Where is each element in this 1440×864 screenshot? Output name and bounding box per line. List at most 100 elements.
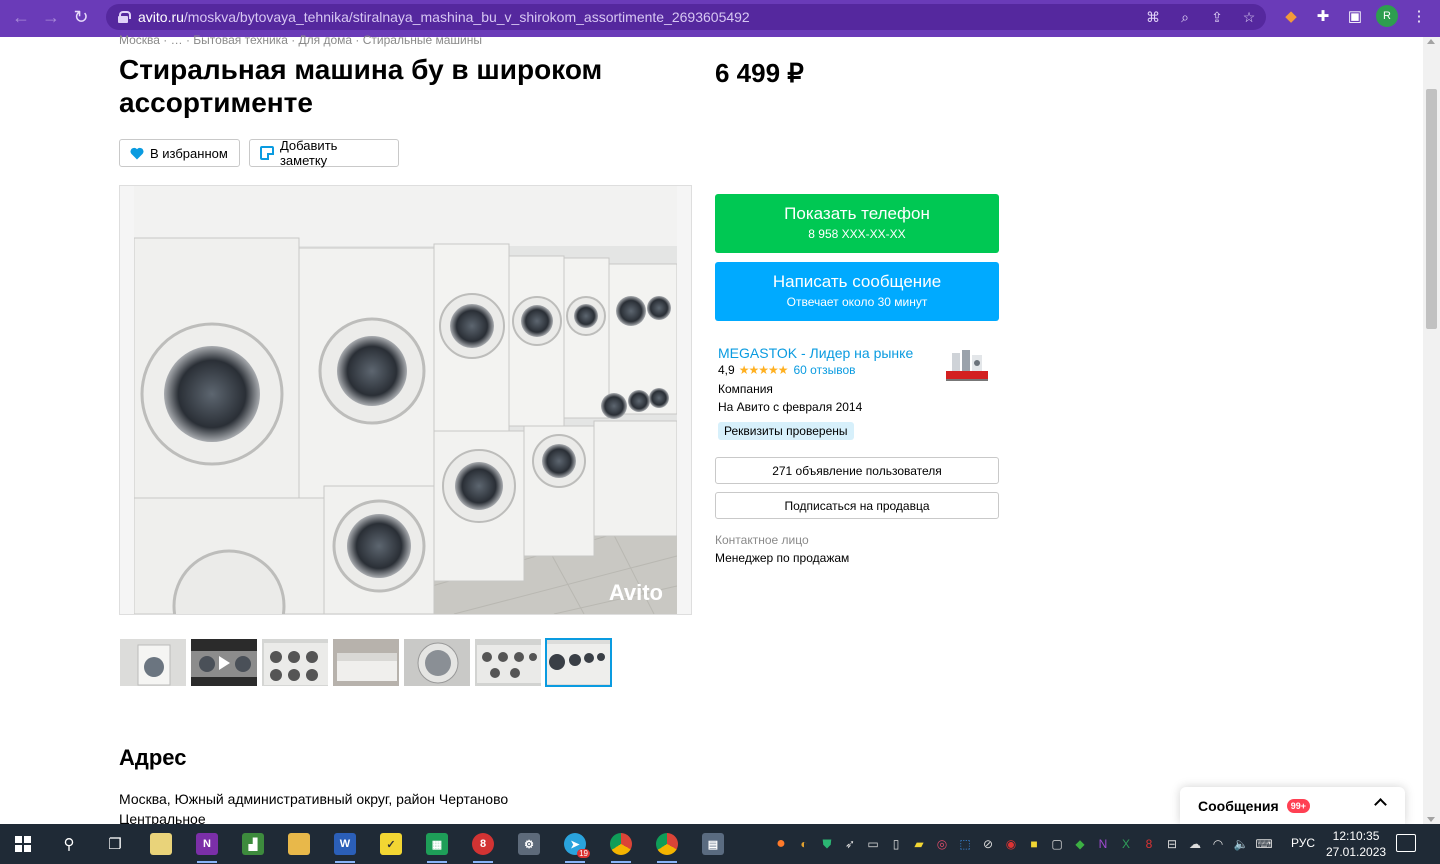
profile-avatar[interactable]: R bbox=[1376, 5, 1398, 27]
verified-badge[interactable]: Реквизиты проверены bbox=[718, 422, 854, 440]
seller-logo[interactable] bbox=[944, 347, 990, 383]
chrome-icon[interactable] bbox=[598, 824, 644, 864]
excel-tray-icon[interactable]: X bbox=[1118, 836, 1134, 852]
folder-icon[interactable] bbox=[276, 824, 322, 864]
app-red-icon[interactable]: ◉ bbox=[1003, 836, 1019, 852]
clock[interactable]: 12:10:35 27.01.2023 bbox=[1326, 828, 1386, 860]
green-app-icon[interactable]: ◆ bbox=[1072, 836, 1088, 852]
heart-icon bbox=[130, 147, 144, 159]
user-listings-button[interactable]: 271 объявление пользователя bbox=[715, 457, 999, 484]
app-tool-icon[interactable]: ⚙ bbox=[506, 824, 552, 864]
translate-icon[interactable]: ⌘ bbox=[1144, 7, 1162, 27]
sheets-icon[interactable]: ▦ bbox=[414, 824, 460, 864]
browser-toolbar: ← → ↻ avito.ru/moskva/bytovaya_tehnika/s… bbox=[0, 0, 1440, 34]
back-icon[interactable]: ← bbox=[6, 2, 36, 32]
shield-icon[interactable]: ⛊ bbox=[819, 836, 835, 852]
file-icon[interactable] bbox=[138, 824, 184, 864]
onenote-tray-icon[interactable]: N bbox=[1095, 836, 1111, 852]
clock-time: 12:10:35 bbox=[1332, 829, 1380, 843]
tray-app-icon[interactable]: ◐ bbox=[796, 836, 812, 852]
subscribe-seller-button[interactable]: Подписаться на продавца bbox=[715, 492, 999, 519]
fox-extension-icon[interactable]: ◆ bbox=[1280, 4, 1302, 28]
antivirus-icon[interactable]: ⊘ bbox=[980, 836, 996, 852]
notifications-icon[interactable] bbox=[1396, 834, 1416, 852]
messages-widget[interactable]: Сообщения 99+ bbox=[1180, 787, 1405, 824]
address-line: Москва, Южный административный округ, ра… bbox=[119, 791, 509, 807]
address-line-secondary: Центральное bbox=[119, 811, 206, 824]
keyboard-icon[interactable]: ⌨ bbox=[1255, 836, 1272, 852]
bookmark-star-icon[interactable]: ☆ bbox=[1240, 7, 1258, 27]
photo-watermark: Avito bbox=[608, 580, 663, 605]
lock-icon[interactable] bbox=[118, 11, 131, 23]
thumbnail[interactable] bbox=[119, 638, 187, 687]
write-message-button[interactable]: Написать сообщение Отвечает около 30 мин… bbox=[715, 262, 999, 321]
contact-person-label: Контактное лицо bbox=[715, 533, 809, 547]
thumbnail[interactable] bbox=[261, 638, 329, 687]
scroll-up-arrow-icon[interactable] bbox=[1427, 39, 1435, 44]
send-icon[interactable]: ➶ bbox=[842, 836, 858, 852]
reviews-link[interactable]: 60 отзывов bbox=[793, 363, 855, 377]
telegram-icon[interactable]: ➤ 19 bbox=[552, 824, 598, 864]
url-path: /moskva/bytovaya_tehnika/stiralnaya_mash… bbox=[183, 9, 750, 25]
add-note-button[interactable]: Добавить заметку bbox=[249, 138, 399, 168]
chrome-profile-icon[interactable] bbox=[644, 824, 690, 864]
firefox-icon[interactable]: ● bbox=[773, 835, 789, 852]
volume-icon[interactable]: 🔈 bbox=[1233, 836, 1249, 852]
main-photo[interactable]: Avito bbox=[134, 186, 677, 614]
app-8-tray-icon[interactable]: 8 bbox=[1141, 836, 1157, 852]
note-icon bbox=[260, 146, 274, 160]
scroll-thumb[interactable] bbox=[1426, 89, 1437, 329]
forward-icon[interactable]: → bbox=[36, 2, 66, 32]
seller-rating: 4,9 ★★★★★ 60 отзывов bbox=[718, 363, 856, 377]
menu-kebab-icon[interactable]: ⋮ bbox=[1408, 4, 1430, 28]
chevron-up-icon[interactable] bbox=[1374, 798, 1387, 811]
thumbnail-video[interactable] bbox=[190, 638, 258, 687]
thumbnail[interactable] bbox=[474, 638, 542, 687]
address-heading: Адрес bbox=[119, 745, 187, 770]
add-note-label: Добавить заметку bbox=[279, 138, 338, 168]
window-icon[interactable]: ▢ bbox=[1049, 836, 1065, 852]
contact-person-value: Менеджер по продажам bbox=[715, 551, 850, 565]
page-scrollbar[interactable] bbox=[1423, 37, 1440, 824]
wifi-icon[interactable]: ◠ bbox=[1210, 836, 1226, 852]
thumbnail[interactable] bbox=[403, 638, 471, 687]
write-message-label: Написать сообщение bbox=[772, 272, 942, 291]
side-panel-icon[interactable]: ▣ bbox=[1344, 4, 1366, 28]
notes-tray-icon[interactable]: ▰ bbox=[911, 836, 927, 852]
url-text[interactable]: avito.ru/moskva/bytovaya_tehnika/stiraln… bbox=[138, 9, 750, 25]
onenote-icon[interactable]: N bbox=[184, 824, 230, 864]
play-icon bbox=[219, 656, 230, 670]
network-icon[interactable]: ⊟ bbox=[1164, 836, 1180, 852]
washing-machines-photo bbox=[134, 186, 677, 614]
app-8-icon[interactable]: 8 bbox=[460, 824, 506, 864]
breadcrumb[interactable]: Москва · … · Бытовая техника · Для дома … bbox=[119, 33, 482, 47]
extensions-puzzle-icon[interactable]: ✚ bbox=[1312, 4, 1334, 28]
screenshot-icon[interactable]: ⬚ bbox=[957, 836, 973, 852]
document-icon[interactable]: ▯ bbox=[888, 836, 904, 852]
zoom-icon[interactable]: ⌕ bbox=[1176, 7, 1194, 27]
show-phone-label: Показать телефон bbox=[784, 204, 930, 223]
chart-app-icon[interactable]: ▟ bbox=[230, 824, 276, 864]
sticky-notes-icon[interactable]: ✓ bbox=[368, 824, 414, 864]
thumbnail[interactable] bbox=[332, 638, 400, 687]
cloud-icon[interactable]: ☁ bbox=[1187, 836, 1203, 852]
yellow-app-icon[interactable]: ■ bbox=[1026, 836, 1042, 852]
gallery-main[interactable]: Avito bbox=[119, 185, 692, 615]
favorite-button[interactable]: В избранном bbox=[119, 139, 240, 167]
thumbnail-active[interactable] bbox=[545, 638, 612, 687]
address-bar[interactable]: avito.ru/moskva/bytovaya_tehnika/stiraln… bbox=[106, 4, 1266, 30]
phone-masked: 8 958 XXX-XX-XX bbox=[808, 227, 906, 241]
seller-name-link[interactable]: MEGASTOK - Лидер на рынке bbox=[718, 345, 913, 361]
windows-start-icon[interactable] bbox=[0, 824, 46, 864]
share-icon[interactable]: ⇪ bbox=[1208, 7, 1226, 27]
word-icon[interactable]: W bbox=[322, 824, 368, 864]
monitor-icon[interactable]: ▭ bbox=[865, 836, 881, 852]
scroll-down-arrow-icon[interactable] bbox=[1427, 817, 1435, 822]
calculator-icon[interactable]: ▤ bbox=[690, 824, 736, 864]
show-phone-button[interactable]: Показать телефон 8 958 XXX-XX-XX bbox=[715, 194, 999, 253]
reload-icon[interactable]: ↻ bbox=[66, 2, 96, 32]
language-indicator[interactable]: РУС bbox=[1291, 836, 1315, 850]
search-icon[interactable]: ⚲ bbox=[46, 824, 92, 864]
target-icon[interactable]: ◎ bbox=[934, 836, 950, 852]
task-view-icon[interactable]: ❐ bbox=[92, 824, 138, 864]
